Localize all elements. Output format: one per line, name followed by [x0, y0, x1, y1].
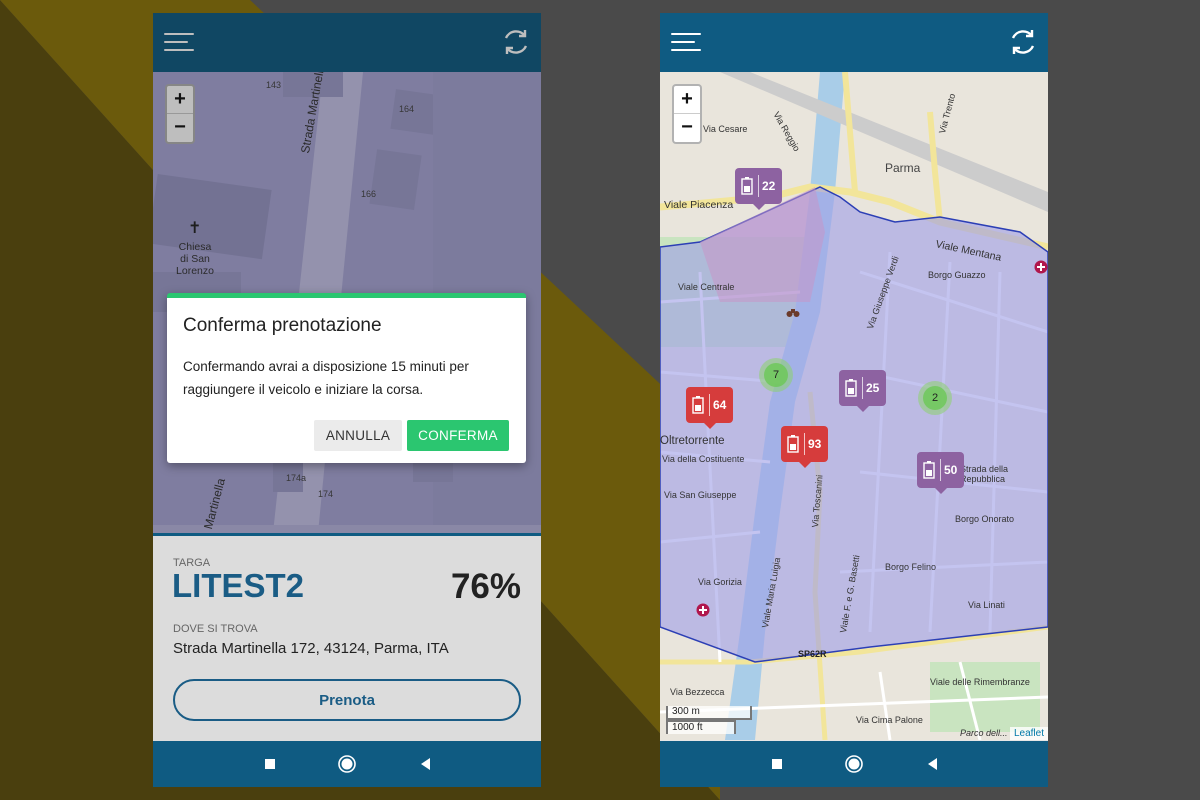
marker-count: 64	[713, 398, 727, 412]
map-label: Via Gorizia	[698, 577, 742, 587]
refresh-icon[interactable]	[1008, 27, 1038, 57]
location-label: DOVE SI TROVA	[173, 623, 258, 635]
vehicle-marker[interactable]: 22	[735, 168, 782, 210]
map-label: Borgo Onorato	[955, 514, 1015, 524]
map-label: Via San Giuseppe	[664, 490, 737, 500]
map-label: Parco dell...	[960, 728, 1008, 738]
map-label: Borgo Guazzo	[928, 270, 986, 280]
marker-count: 50	[944, 463, 958, 477]
recent-apps-icon[interactable]	[767, 754, 787, 774]
map-label: SP62R	[798, 649, 827, 659]
marker-count: 25	[866, 381, 880, 395]
hospital-icon	[1034, 260, 1048, 274]
home-icon[interactable]	[337, 754, 357, 774]
cluster-count: 7	[764, 363, 788, 387]
battery-icon	[787, 435, 799, 453]
vehicle-info-panel: TARGA LITEST2 76% DOVE SI TROVA Strada M…	[153, 533, 541, 741]
battery-icon	[923, 461, 935, 479]
book-button[interactable]: Prenota	[173, 679, 521, 721]
back-icon[interactable]	[416, 754, 436, 774]
app-bar	[660, 13, 1048, 72]
zoom-out-button[interactable]: −	[674, 114, 700, 142]
marker-count: 93	[808, 437, 822, 451]
confirm-button[interactable]: CONFERMA	[407, 420, 509, 451]
map-label: Via della Costituente	[662, 454, 745, 464]
phone-screen-map: Viale Piacenza Viale Mentana Parma Viale…	[660, 13, 1048, 787]
cluster-count: 2	[923, 386, 947, 410]
cancel-button[interactable]: ANNULLA	[314, 420, 402, 451]
marker-count: 22	[762, 179, 776, 193]
vehicle-cluster[interactable]: 7	[759, 358, 793, 392]
map-label: Via Cima Palone	[856, 715, 923, 725]
system-navbar	[153, 741, 541, 787]
recent-apps-icon[interactable]	[260, 754, 280, 774]
vehicle-marker[interactable]: 93	[781, 426, 828, 468]
binoculars-icon	[786, 309, 800, 317]
battery-icon	[845, 379, 857, 397]
map-label: Viale Piacenza	[664, 199, 734, 211]
dialog-message: Confermando avrai a disposizione 15 minu…	[183, 359, 469, 397]
city-map-view[interactable]: Viale Piacenza Viale Mentana Parma Viale…	[660, 72, 1048, 740]
dialog-title: Conferma prenotazione	[183, 315, 382, 336]
system-navbar	[660, 741, 1048, 787]
vehicle-marker[interactable]: 64	[686, 387, 733, 429]
confirm-booking-dialog: Conferma prenotazione Confermando avrai …	[167, 293, 526, 463]
battery-icon	[741, 177, 753, 195]
vehicle-address: Strada Martinella 172, 43124, Parma, ITA	[173, 640, 449, 657]
map-label: Borgo Felino	[885, 562, 937, 572]
map-label: Via Linati	[968, 600, 1005, 610]
map-label: Viale Centrale	[678, 282, 735, 292]
map-label: Viale delle Rimembranze	[930, 677, 1030, 687]
phone-screen-booking: Strada Martinella Martinella ✝ Chiesa di…	[153, 13, 541, 787]
map-label: Via Bezzecca	[670, 687, 725, 697]
zoom-control: + −	[672, 84, 702, 144]
map-label: Via Cesare	[703, 124, 748, 134]
map-label: Parma	[885, 161, 921, 175]
vehicle-marker[interactable]: 50	[917, 452, 964, 494]
map-label: Oltretorrente	[660, 435, 725, 447]
battery-icon	[692, 396, 704, 414]
plate-value: LITEST2	[172, 567, 305, 604]
zoom-in-button[interactable]: +	[674, 86, 700, 114]
hamburger-menu-icon[interactable]	[671, 31, 701, 53]
vehicle-marker[interactable]: 25	[839, 370, 886, 412]
battery-percentage: 76%	[450, 567, 521, 606]
map-label: Strada della Repubblica	[960, 464, 1009, 484]
back-icon[interactable]	[923, 754, 943, 774]
home-icon[interactable]	[844, 754, 864, 774]
hospital-icon	[696, 603, 710, 617]
vehicle-cluster[interactable]: 2	[918, 381, 952, 415]
map-scale: 300 m 1000 ft	[666, 706, 752, 734]
map-attribution-link[interactable]: Leaflet	[1009, 727, 1048, 740]
